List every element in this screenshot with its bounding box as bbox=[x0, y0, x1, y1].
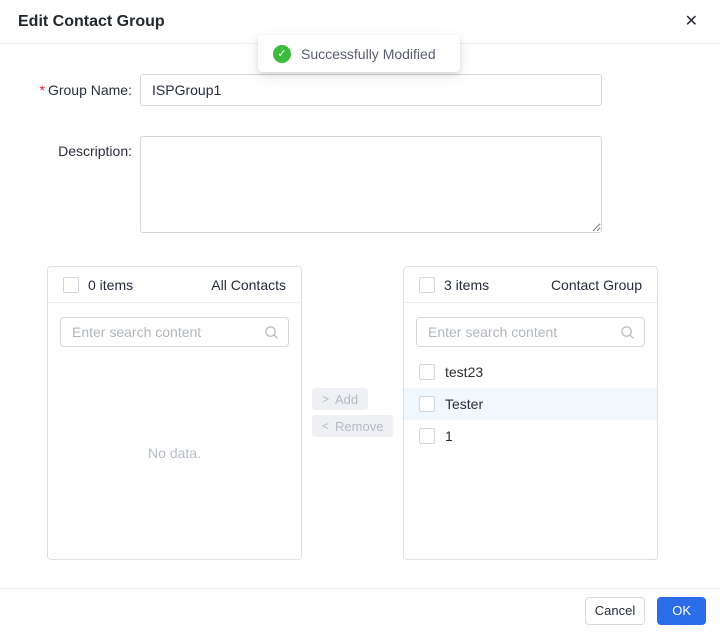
add-button-label: Add bbox=[335, 391, 359, 407]
transfer-buttons: > Add < Remove bbox=[302, 266, 403, 437]
remove-button[interactable]: < Remove bbox=[312, 415, 394, 437]
target-search bbox=[404, 303, 657, 347]
add-button[interactable]: > Add bbox=[312, 388, 369, 410]
list-item[interactable]: test23 bbox=[404, 356, 657, 388]
description-label: Description: bbox=[58, 143, 132, 159]
success-toast: ✓ Successfully Modified bbox=[258, 35, 460, 72]
description-textarea[interactable] bbox=[140, 136, 602, 233]
source-empty-text: No data. bbox=[148, 445, 201, 461]
chevron-left-icon: < bbox=[322, 419, 330, 433]
item-label: 1 bbox=[445, 428, 453, 444]
item-checkbox[interactable] bbox=[419, 364, 435, 380]
ok-button[interactable]: OK bbox=[657, 596, 706, 625]
contact-transfer: 0 items All Contacts No data. > Add < Re… bbox=[0, 266, 720, 560]
select-all-target-checkbox[interactable] bbox=[419, 276, 435, 293]
required-asterisk: * bbox=[39, 82, 45, 98]
item-label: test23 bbox=[445, 364, 484, 380]
item-label: Tester bbox=[445, 396, 484, 412]
dialog-footer: Cancel OK bbox=[0, 588, 720, 632]
group-name-label-text: Group Name: bbox=[47, 82, 132, 98]
item-checkbox[interactable] bbox=[419, 396, 435, 412]
source-search bbox=[48, 303, 301, 347]
description-row: Description: bbox=[0, 136, 720, 233]
target-title: Contact Group bbox=[550, 276, 642, 293]
list-item[interactable]: 1 bbox=[404, 420, 657, 452]
close-icon[interactable]: ✕ bbox=[681, 12, 702, 32]
target-count: 3 items bbox=[444, 276, 490, 293]
remove-button-label: Remove bbox=[335, 418, 384, 434]
source-count: 0 items bbox=[88, 276, 134, 293]
chevron-right-icon: > bbox=[322, 392, 330, 406]
dialog-title: Edit Contact Group bbox=[18, 12, 165, 30]
source-search-input[interactable] bbox=[60, 317, 289, 347]
edit-form: *Group Name: Description: bbox=[0, 44, 720, 233]
group-name-row: * Group Name: bbox=[0, 74, 720, 106]
contact-group-header: 3 items Contact Group bbox=[404, 267, 657, 303]
group-name-input[interactable] bbox=[140, 74, 602, 106]
item-checkbox[interactable] bbox=[419, 428, 435, 444]
target-item-list: test23 Tester 1 bbox=[404, 356, 657, 559]
target-search-input[interactable] bbox=[416, 317, 645, 347]
select-all-source-checkbox[interactable] bbox=[63, 276, 79, 293]
all-contacts-header: 0 items All Contacts bbox=[48, 267, 301, 303]
success-check-icon: ✓ bbox=[273, 44, 291, 63]
group-name-label: * Group Name: bbox=[0, 82, 140, 98]
toast-message: Successfully Modified bbox=[301, 45, 436, 62]
all-contacts-panel: 0 items All Contacts No data. bbox=[47, 266, 302, 560]
list-item[interactable]: Tester bbox=[404, 388, 657, 420]
source-title: All Contacts bbox=[211, 276, 286, 293]
contact-group-panel: 3 items Contact Group test23 Tester 1 bbox=[403, 266, 658, 560]
cancel-button[interactable]: Cancel bbox=[584, 596, 646, 625]
